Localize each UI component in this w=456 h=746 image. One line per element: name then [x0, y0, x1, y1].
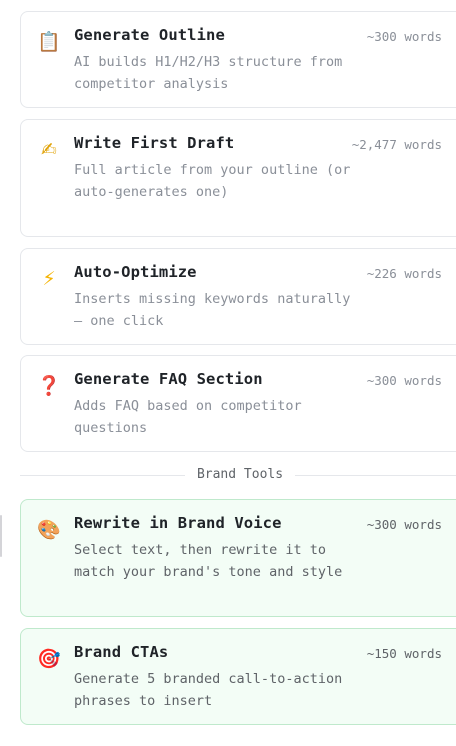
- clipboard-icon: 📋: [37, 31, 61, 53]
- generate-outline-card[interactable]: 📋 Generate Outline ~300 words AI builds …: [20, 11, 456, 108]
- card-title: Generate Outline: [74, 26, 225, 44]
- word-estimate: ~2,477 words: [351, 137, 442, 152]
- word-estimate: ~226 words: [366, 266, 442, 281]
- lightning-icon: ⚡: [42, 268, 56, 290]
- auto-optimize-card[interactable]: ⚡ Auto-Optimize ~226 words Inserts missi…: [20, 248, 456, 345]
- question-mark-icon: ❓: [37, 375, 61, 397]
- word-estimate: ~150 words: [366, 646, 442, 661]
- card-description: Generate 5 branded call-to-action phrase…: [74, 671, 343, 709]
- card-title: Write First Draft: [74, 134, 235, 152]
- card-title: Brand CTAs: [74, 643, 169, 661]
- ai-writing-tools-panel: 📋 Generate Outline ~300 words AI builds …: [0, 0, 456, 746]
- target-icon: 🎯: [37, 648, 61, 670]
- writing-hand-icon: ✍: [41, 139, 57, 161]
- rewrite-brand-voice-card[interactable]: 🎨 Rewrite in Brand Voice ~300 words Sele…: [20, 499, 456, 617]
- scrollbar[interactable]: [0, 515, 2, 557]
- section-label: Brand Tools: [196, 467, 284, 482]
- card-title: Rewrite in Brand Voice: [74, 514, 282, 532]
- card-description: Adds FAQ based on competitor questions: [74, 398, 302, 436]
- generate-faq-card[interactable]: ❓ Generate FAQ Section ~300 words Adds F…: [20, 355, 456, 452]
- card-description: AI builds H1/H2/H3 structure from compet…: [74, 54, 343, 92]
- word-estimate: ~300 words: [366, 29, 442, 44]
- write-first-draft-card[interactable]: ✍ Write First Draft ~2,477 words Full ar…: [20, 119, 456, 237]
- divider-line: [20, 475, 185, 476]
- palette-icon: 🎨: [37, 519, 61, 541]
- card-title: Generate FAQ Section: [74, 370, 263, 388]
- card-description: Inserts missing keywords naturally — one…: [74, 291, 351, 329]
- card-description: Full article from your outline (or auto-…: [74, 162, 351, 200]
- divider-line: [295, 475, 456, 476]
- brand-ctas-card[interactable]: 🎯 Brand CTAs ~150 words Generate 5 brand…: [20, 628, 456, 725]
- card-title: Auto-Optimize: [74, 263, 197, 281]
- card-description: Select text, then rewrite it to match yo…: [74, 542, 343, 580]
- word-estimate: ~300 words: [366, 517, 442, 532]
- word-estimate: ~300 words: [366, 373, 442, 388]
- section-divider: Brand Tools: [20, 466, 456, 484]
